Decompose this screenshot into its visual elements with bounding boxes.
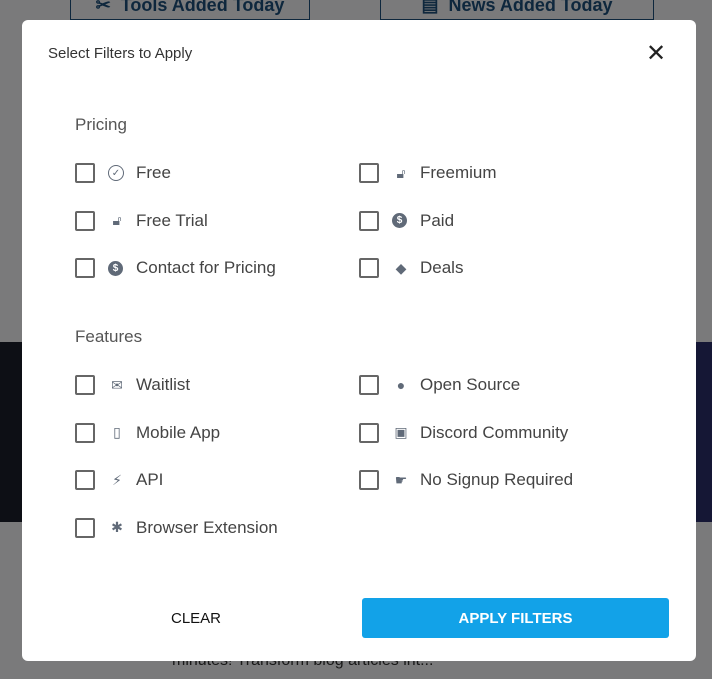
discord-icon: ▣ <box>394 424 408 440</box>
filter-option-label: Mobile App <box>136 422 221 442</box>
filter-option-discord-community[interactable]: ▣ Discord Community <box>359 421 568 445</box>
filter-option-mobile-app[interactable]: ▯ Mobile App <box>75 421 220 445</box>
filter-option-paid[interactable]: $ Paid <box>359 209 454 233</box>
filter-option-label: No Signup Required <box>420 470 574 489</box>
filter-modal: Select Filters to Apply ✕ Pricing ✓ Free 🔓︎… <box>22 20 696 661</box>
filter-option-waitlist[interactable]: ✉ Waitlist <box>75 373 190 397</box>
checkbox[interactable] <box>75 375 95 395</box>
filter-option-deals[interactable]: ◆ Deals <box>359 256 463 280</box>
filter-option-label: Browser Extension <box>136 517 278 537</box>
apply-filters-button[interactable]: APPLY FILTERS <box>362 598 669 638</box>
checkbox[interactable] <box>359 470 379 490</box>
puzzle-icon: ✱ <box>111 519 123 535</box>
checkbox[interactable] <box>359 258 379 278</box>
check-circle-icon: ✓ <box>108 165 124 181</box>
checkbox[interactable] <box>359 422 379 443</box>
filter-option-freemium[interactable]: 🔓︎ Freemium <box>359 161 497 185</box>
filter-option-label: Waitlist <box>136 375 191 394</box>
lock-open-icon: 🔓︎ <box>112 212 122 228</box>
filter-option-label: Freemium <box>420 163 497 182</box>
checkbox[interactable] <box>75 258 95 278</box>
modal-title: Select Filters to Apply <box>48 45 193 62</box>
envelope-icon: ✉ <box>111 376 123 393</box>
filter-option-label: Open Source <box>420 375 521 394</box>
filter-option-browser-extension[interactable]: ✱ Browser Extension <box>75 516 278 540</box>
filter-option-label: Deals <box>420 258 464 277</box>
filter-option-label: Discord Community <box>420 422 569 442</box>
filter-option-label: Free <box>136 163 171 182</box>
dollar-circle-icon: $ <box>392 213 407 228</box>
tag-icon: ◆ <box>395 259 407 276</box>
github-icon: ● <box>396 377 406 393</box>
dollar-circle-icon: $ <box>108 260 123 276</box>
filter-option-api[interactable]: ⚡︎ API <box>75 468 163 492</box>
filter-option-free-trial[interactable]: 🔓︎ Free Trial <box>75 209 208 233</box>
mobile-icon: ▯ <box>113 424 121 440</box>
filter-option-open-source[interactable]: ● Open Source <box>359 373 520 397</box>
filter-option-label: Contact for Pricing <box>136 258 276 277</box>
section-title-features: Features <box>75 327 143 346</box>
lock-open-icon: 🔓︎ <box>396 164 406 181</box>
clear-button[interactable]: CLEAR <box>134 600 258 636</box>
filter-option-label: Paid <box>420 210 455 230</box>
checkbox[interactable] <box>359 163 379 183</box>
filter-option-free[interactable]: ✓ Free <box>75 161 171 185</box>
checkbox[interactable] <box>75 163 95 183</box>
plug-icon: ⚡︎ <box>112 471 122 488</box>
checkbox[interactable] <box>75 422 95 443</box>
checkbox[interactable] <box>359 375 379 395</box>
section-title-pricing: Pricing <box>75 115 127 134</box>
checkbox[interactable] <box>75 470 95 490</box>
filter-option-label: Free Trial <box>136 210 208 230</box>
filter-option-contact-for-pricing[interactable]: $ Contact for Pricing <box>75 256 276 280</box>
close-icon[interactable]: ✕ <box>644 42 668 66</box>
checkbox[interactable] <box>75 210 95 231</box>
checkbox[interactable] <box>75 517 95 538</box>
filter-option-no-signup-required[interactable]: ☛ No Signup Required <box>359 468 573 492</box>
checkbox[interactable] <box>359 210 379 231</box>
filter-option-label: API <box>136 470 164 489</box>
hand-point-icon: ☛ <box>394 471 408 488</box>
